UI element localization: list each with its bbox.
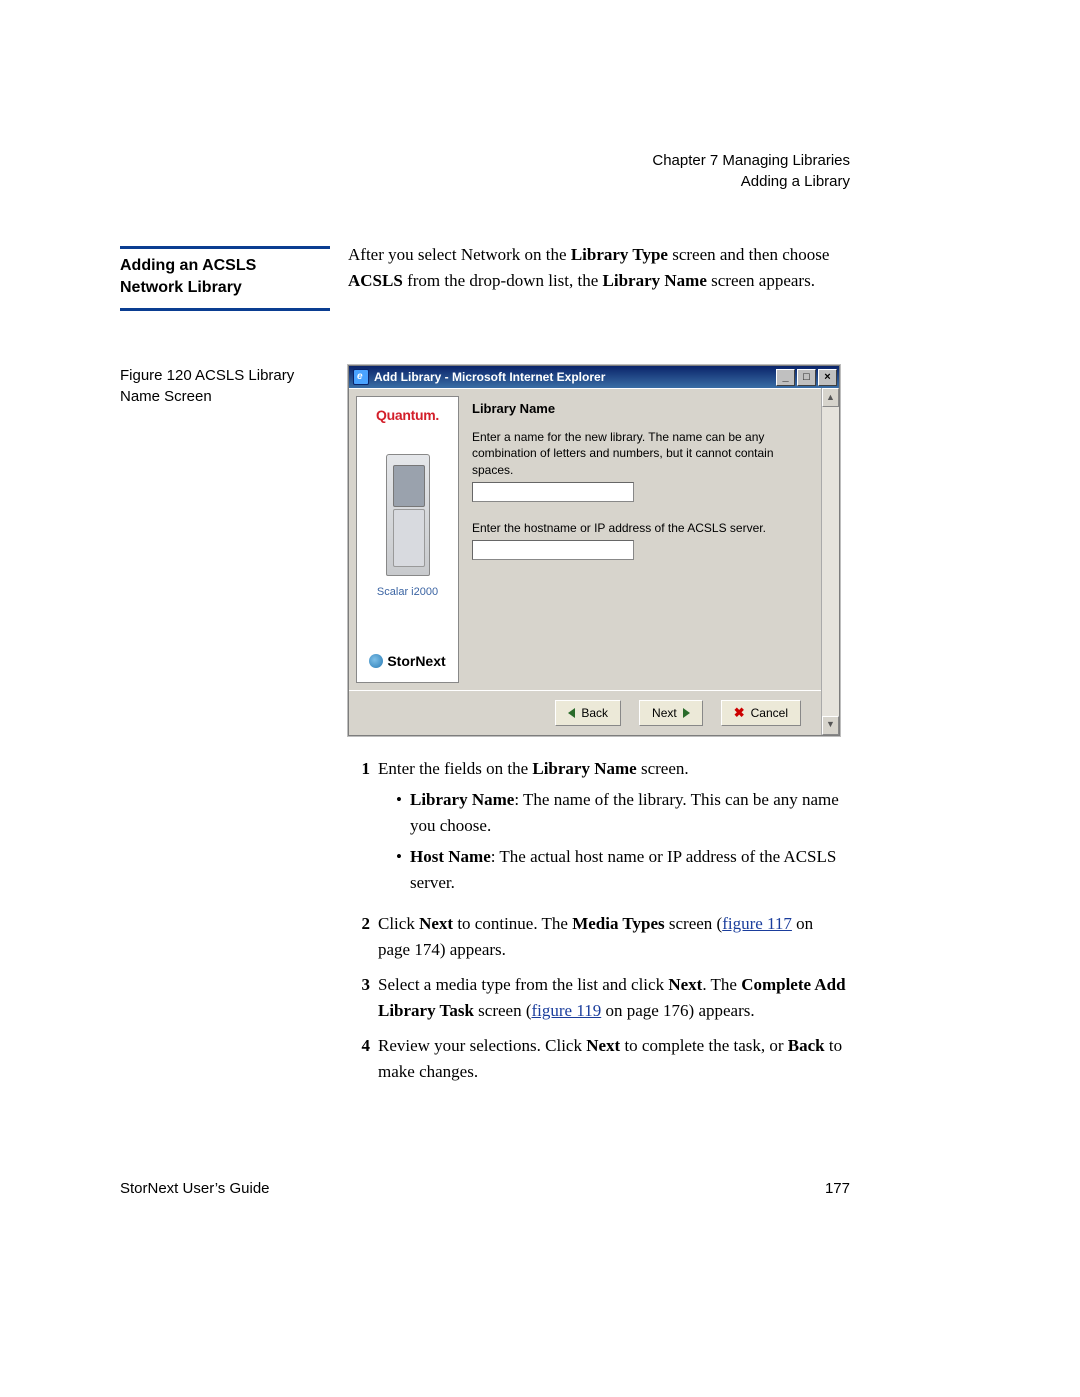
window-titlebar: Add Library - Microsoft Internet Explore… xyxy=(349,366,839,388)
cancel-x-icon: ✖ xyxy=(734,703,745,723)
scroll-up-button[interactable]: ▲ xyxy=(822,388,839,407)
screenshot-window: Add Library - Microsoft Internet Explore… xyxy=(348,365,840,736)
figure-caption: Figure 120 ACSLS Library Name Screen xyxy=(120,365,330,407)
ie-icon xyxy=(353,369,369,385)
step-1: Enter the fields on the Library Name scr… xyxy=(378,756,850,902)
wizard-left-panel: Quantum. Scalar i2000 StorNext xyxy=(356,396,459,683)
chapter-label: Chapter 7 Managing Libraries xyxy=(120,150,850,171)
close-button[interactable]: × xyxy=(818,369,837,386)
scroll-down-button[interactable]: ▼ xyxy=(822,716,839,735)
wizard-button-row: Back Next ✖Cancel xyxy=(349,690,821,735)
figure-119-link[interactable]: figure 119 xyxy=(531,1001,601,1020)
next-arrow-icon xyxy=(683,708,690,718)
intro-paragraph: After you select Network on the Library … xyxy=(348,242,850,293)
cancel-button[interactable]: ✖Cancel xyxy=(721,700,801,726)
quantum-logo: Quantum. xyxy=(376,405,439,426)
wizard-form: Library Name Enter a name for the new li… xyxy=(466,389,821,690)
footer-page-number: 177 xyxy=(825,1180,850,1197)
library-name-input[interactable] xyxy=(472,482,634,502)
step-3: Select a media type from the list and cl… xyxy=(378,972,850,1023)
rule-bottom xyxy=(120,308,330,311)
figure-117-link[interactable]: figure 117 xyxy=(722,914,792,933)
form-title: Library Name xyxy=(472,399,807,419)
hostname-input[interactable] xyxy=(472,540,634,560)
rule-top xyxy=(120,246,330,249)
library-model: Scalar i2000 xyxy=(377,584,438,601)
back-button[interactable]: Back xyxy=(555,700,621,726)
step-4: Review your selections. Click Next to co… xyxy=(378,1033,850,1084)
step-1-bullet-2: Host Name: The actual host name or IP ad… xyxy=(410,844,850,895)
footer-left: StorNext User’s Guide xyxy=(120,1180,270,1197)
scroll-track[interactable] xyxy=(822,407,839,716)
window-title: Add Library - Microsoft Internet Explore… xyxy=(374,368,605,386)
stornext-logo: StorNext xyxy=(369,651,445,672)
steps-list: 1 Enter the fields on the Library Name s… xyxy=(348,756,850,1085)
step-1-bullet-1: Library Name: The name of the library. T… xyxy=(410,787,850,838)
scrollbar[interactable]: ▲ ▼ xyxy=(821,388,839,735)
step-2: Click Next to continue. The Media Types … xyxy=(378,911,850,962)
back-arrow-icon xyxy=(568,708,575,718)
stornext-icon xyxy=(369,654,383,668)
maximize-button[interactable]: □ xyxy=(797,369,816,386)
field2-desc: Enter the hostname or IP address of the … xyxy=(472,520,807,537)
section-label: Adding a Library xyxy=(120,171,850,192)
page-footer: StorNext User’s Guide 177 xyxy=(120,1180,850,1197)
page-header: Chapter 7 Managing Libraries Adding a Li… xyxy=(120,150,850,192)
field1-desc: Enter a name for the new library. The na… xyxy=(472,429,807,479)
minimize-button[interactable]: _ xyxy=(776,369,795,386)
side-heading: Adding an ACSLS Network Library xyxy=(120,255,330,298)
library-image xyxy=(386,454,430,576)
next-button[interactable]: Next xyxy=(639,700,703,726)
